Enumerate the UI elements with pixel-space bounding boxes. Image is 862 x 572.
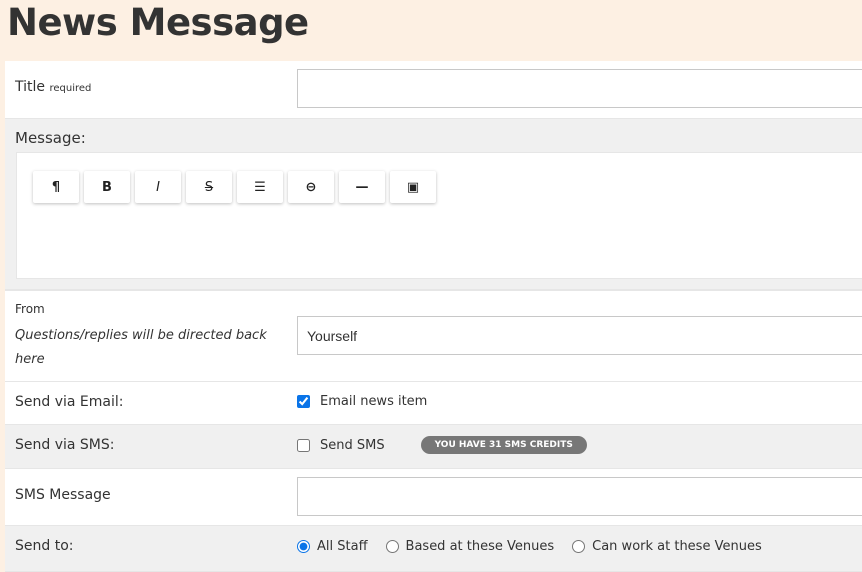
title-input[interactable] <box>297 69 862 108</box>
horizontal-rule-icon: — <box>355 179 369 195</box>
page-title: News Message <box>7 1 309 44</box>
sms-label: Send via SMS: <box>15 437 115 453</box>
email-row: Send via Email: Email news item <box>5 382 862 425</box>
image-button[interactable]: ▣ <box>390 171 436 203</box>
bullet-list-button[interactable]: ☰ <box>237 171 283 203</box>
radio-based-at-venues[interactable] <box>385 540 399 553</box>
bullet-list-icon: ☰ <box>254 179 266 195</box>
sms-option-label: Send SMS <box>320 437 385 453</box>
radio-can-work-venues-label: Can work at these Venues <box>592 539 762 554</box>
sms-credits-badge: YOU HAVE 31 SMS CREDITS <box>420 436 587 454</box>
strikethrough-button[interactable]: S <box>186 171 232 203</box>
from-label: From <box>15 302 45 316</box>
sms-checkbox[interactable] <box>297 438 310 452</box>
paragraph-button[interactable]: ¶ <box>33 171 79 203</box>
from-input[interactable] <box>297 316 862 355</box>
bold-icon: B <box>102 179 112 195</box>
sms-message-label: SMS Message <box>15 487 111 503</box>
italic-icon: I <box>156 179 160 195</box>
horizontal-rule-button[interactable]: — <box>339 171 385 203</box>
send-to-row: Send to: All Staff Based at these Venues… <box>5 526 862 572</box>
email-checkbox[interactable] <box>297 395 310 408</box>
sms-row: Send via SMS: Send SMS YOU HAVE 31 SMS CR… <box>5 425 862 469</box>
email-label: Send via Email: <box>15 394 124 410</box>
link-button[interactable]: ⊖ <box>288 171 334 203</box>
message-editor[interactable]: ¶ B I S ☰ ⊖ — ▣ <box>16 152 862 279</box>
message-label: Message: <box>15 129 86 147</box>
required-hint: required <box>49 83 92 94</box>
from-hint: Questions/replies will be directed back … <box>15 328 267 367</box>
link-icon: ⊖ <box>305 179 317 195</box>
send-to-label: Send to: <box>15 538 74 554</box>
radio-can-work-venues[interactable] <box>572 540 586 553</box>
radio-all-staff-label: All Staff <box>317 539 368 554</box>
radio-based-at-venues-label: Based at these Venues <box>405 539 555 554</box>
email-option-label: Email news item <box>320 394 428 409</box>
sms-message-row: SMS Message <box>5 469 862 526</box>
strikethrough-icon: S <box>204 179 214 195</box>
radio-all-staff[interactable] <box>297 540 310 553</box>
paragraph-icon: ¶ <box>51 179 61 195</box>
image-icon: ▣ <box>406 179 420 195</box>
title-label: Title <box>15 79 46 95</box>
sms-message-input[interactable] <box>297 477 862 516</box>
bold-button[interactable]: B <box>84 171 130 203</box>
from-row: From Questions/replies will be directed … <box>5 290 862 382</box>
italic-button[interactable]: I <box>135 171 181 203</box>
title-row: Title required <box>5 61 862 119</box>
message-row: Message: ¶ B I S ☰ ⊖ — ▣ <box>5 119 862 290</box>
